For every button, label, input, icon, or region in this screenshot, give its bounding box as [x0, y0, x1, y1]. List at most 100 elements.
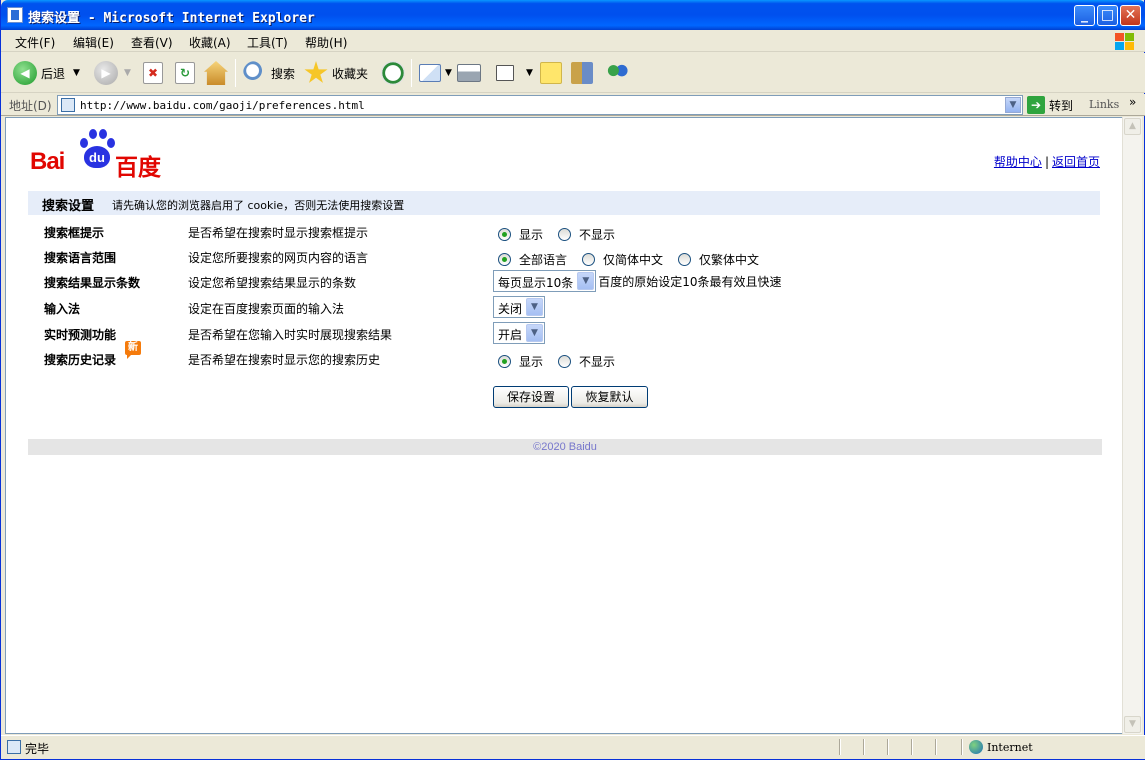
input-method-select[interactable]: 关闭 ▼ [493, 296, 546, 318]
select-value: 关闭 [498, 302, 523, 316]
back-label: 后退 [41, 66, 66, 81]
minimize-button[interactable]: _ [1074, 5, 1095, 26]
help-center-link[interactable]: 帮助中心 [994, 155, 1042, 169]
radio-label[interactable]: 显示 [519, 226, 543, 243]
radio-simplified-chinese[interactable] [582, 253, 596, 266]
radio-label[interactable]: 不显示 [579, 226, 615, 243]
vertical-scrollbar[interactable]: ▲ ▼ [1122, 117, 1142, 734]
edit-button[interactable]: ▼ [496, 60, 533, 86]
messenger-button[interactable] [605, 60, 633, 86]
radio-label[interactable]: 不显示 [579, 353, 615, 370]
menu-tools[interactable]: 工具(T) [247, 34, 288, 51]
setting-label: 输入法 [44, 302, 81, 316]
setting-desc: 是否希望在您输入时实时展现搜索结果 [188, 328, 393, 342]
menu-favorites[interactable]: 收藏(A) [189, 34, 231, 51]
search-icon [243, 61, 267, 85]
radio-group: 显示 不显示 [493, 353, 625, 370]
radio-hide-history[interactable] [558, 355, 572, 368]
setting-row-instant: 实时预测功能 是否希望在您输入时实时展现搜索结果 开启 ▼ [6, 322, 1123, 350]
ie-page-icon [7, 740, 21, 754]
links-toolbar[interactable]: Links [1089, 98, 1119, 111]
close-button[interactable]: ✕ [1120, 5, 1141, 26]
address-input[interactable]: http://www.baidu.com/gaoji/preferences.h… [57, 95, 1023, 115]
setting-desc: 设定您希望搜索结果显示的条数 [188, 276, 357, 290]
radio-show-hint[interactable] [498, 228, 511, 241]
discuss-button[interactable] [540, 60, 566, 86]
page-title: 搜索设置 [42, 199, 95, 214]
back-dropdown-icon[interactable]: ▼ [73, 68, 80, 78]
stop-icon: ✖ [143, 62, 163, 84]
title-bar[interactable]: 搜索设置 - Microsoft Internet Explorer _ □ ✕ [1, 0, 1145, 30]
menu-view[interactable]: 查看(V) [131, 34, 173, 51]
setting-row-history: 搜索历史记录 新 是否希望在搜索时显示您的搜索历史 显示 不显示 [6, 341, 1123, 375]
save-settings-button[interactable]: 保存设置 [493, 386, 569, 408]
chevron-down-icon[interactable]: ▼ [526, 298, 544, 316]
refresh-button[interactable]: ↻ [175, 60, 199, 86]
input-method-control: 关闭 ▼ [493, 296, 546, 318]
globe-icon [969, 740, 983, 754]
menu-edit[interactable]: 编辑(E) [73, 34, 114, 51]
menu-file[interactable]: 文件(F) [15, 34, 55, 51]
refresh-icon: ↻ [175, 62, 195, 84]
stop-button[interactable]: ✖ [143, 60, 167, 86]
results-count-hint: 百度的原始设定10条最有效且快速 [598, 274, 782, 289]
status-text: 完毕 [25, 742, 50, 756]
research-button[interactable] [571, 60, 597, 86]
scroll-up-icon[interactable]: ▲ [1124, 118, 1141, 135]
setting-desc: 设定在百度搜索页面的输入法 [188, 302, 345, 316]
radio-label[interactable]: 全部语言 [519, 251, 567, 268]
radio-hide-hint[interactable] [558, 228, 572, 241]
radio-label[interactable]: 显示 [519, 353, 543, 370]
logo-du: du [84, 146, 110, 168]
instant-select[interactable]: 开启 ▼ [493, 322, 546, 344]
setting-desc: 是否希望在搜索时显示搜索框提示 [188, 226, 369, 240]
link-separator: | [1044, 155, 1049, 169]
top-links: 帮助中心 | 返回首页 [994, 153, 1100, 170]
address-bar: 地址(D) http://www.baidu.com/gaoji/prefere… [1, 94, 1145, 116]
favorites-button[interactable]: 收藏夹 [304, 60, 368, 86]
scroll-down-icon[interactable]: ▼ [1124, 716, 1141, 733]
discuss-icon [540, 62, 562, 84]
forward-button[interactable]: ▶ ▼ [94, 60, 131, 86]
back-button[interactable]: ◀ 后退 ▼ [13, 60, 80, 86]
print-button[interactable] [457, 60, 485, 86]
radio-show-history[interactable] [498, 355, 511, 368]
mail-dropdown-icon[interactable]: ▼ [445, 68, 452, 78]
select-value: 每页显示10条 [498, 276, 574, 290]
home-link[interactable]: 返回首页 [1052, 155, 1100, 169]
edit-dropdown-icon[interactable]: ▼ [526, 68, 533, 78]
radio-label[interactable]: 仅简体中文 [603, 251, 663, 268]
new-badge: 新 [125, 341, 141, 359]
home-button[interactable] [204, 60, 232, 86]
forward-dropdown-icon[interactable]: ▼ [124, 68, 131, 78]
radio-label[interactable]: 仅繁体中文 [699, 251, 759, 268]
radio-all-languages[interactable] [498, 253, 511, 266]
radio-group: 显示 不显示 [493, 226, 625, 243]
history-button[interactable] [381, 60, 409, 86]
chevron-down-icon[interactable]: ▼ [577, 272, 595, 290]
reset-default-button[interactable]: 恢复默认 [571, 386, 648, 408]
chevron-down-icon[interactable]: ▼ [526, 324, 544, 342]
mail-button[interactable]: ▼ [419, 60, 452, 86]
setting-row-input-method: 输入法 设定在百度搜索页面的输入法 关闭 ▼ [6, 296, 1123, 324]
radio-traditional-chinese[interactable] [678, 253, 692, 266]
setting-label: 搜索框提示 [44, 226, 105, 240]
favorites-label: 收藏夹 [332, 66, 369, 81]
search-button[interactable]: 搜索 [243, 60, 295, 86]
setting-row-search-hint: 搜索框提示 是否希望在搜索时显示搜索框提示 显示 不显示 [6, 224, 1123, 248]
cookie-note: 请先确认您的浏览器启用了 cookie，否则无法使用搜索设置 [112, 199, 405, 212]
setting-desc: 设定您所要搜索的网页内容的语言 [188, 251, 369, 265]
go-button[interactable]: ➔ 转到 [1027, 95, 1073, 115]
address-url[interactable]: http://www.baidu.com/gaoji/preferences.h… [80, 99, 365, 112]
baidu-logo[interactable]: Bai du 百度 [28, 128, 168, 181]
maximize-button[interactable]: □ [1097, 5, 1118, 26]
menu-help[interactable]: 帮助(H) [305, 34, 347, 51]
status-bar: 完毕 Internet [1, 735, 1145, 759]
results-count-select[interactable]: 每页显示10条 ▼ [493, 270, 597, 292]
menu-bar: 文件(F) 编辑(E) 查看(V) 收藏(A) 工具(T) 帮助(H) [1, 30, 1145, 52]
links-chevron-icon[interactable]: » [1129, 95, 1136, 109]
logo-cn: 百度 [115, 155, 161, 181]
address-dropdown-icon[interactable]: ▼ [1005, 97, 1021, 113]
page-footer: ©2020 Baidu [28, 439, 1102, 455]
research-icon [571, 62, 593, 84]
